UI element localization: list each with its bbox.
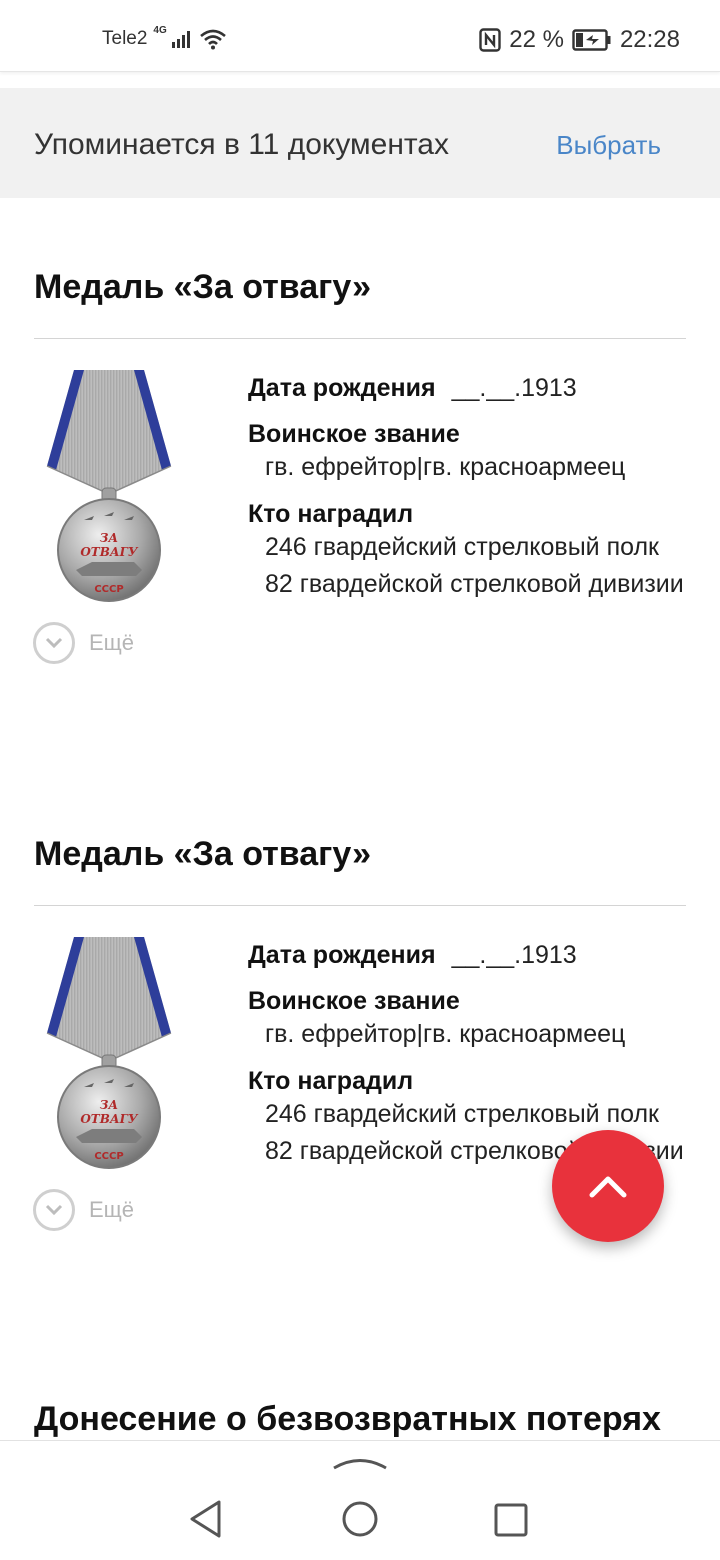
birth-date-row: Дата рождения __.__.1913 [248, 370, 688, 410]
mentions-banner: Упоминается в 11 документах Выбрать [0, 88, 720, 198]
more-toggle[interactable]: Ещё [33, 622, 134, 664]
medal-image: ЗА ОТВАГУ СССР [46, 370, 172, 602]
card-title: Медаль «За отвагу» [34, 835, 371, 873]
birth-date-value: __.__.1913 [451, 941, 577, 969]
birth-date-label: Дата рождения [248, 374, 436, 402]
status-right: 22 % 22:28 [479, 26, 680, 54]
birth-date-row: Дата рождения __.__.1913 [248, 937, 688, 977]
chevron-up-icon [589, 1176, 627, 1198]
awarder-value: 246 гвардейский стрелковый полк 82 гвард… [265, 533, 684, 598]
more-toggle[interactable]: Ещё [33, 1189, 134, 1231]
triangle-back-icon[interactable] [188, 1499, 224, 1539]
wifi-icon [199, 29, 226, 50]
awarder-label: Кто наградил [248, 500, 414, 528]
medal-image: ЗА ОТВАГУ СССР [46, 937, 172, 1169]
card-title: Медаль «За отвагу» [34, 268, 371, 306]
svg-text:ЗА: ЗА [100, 1098, 118, 1112]
divider [34, 905, 686, 906]
scroll-top-button[interactable] [552, 1130, 664, 1242]
birth-date-label: Дата рождения [248, 941, 436, 969]
battery-percent: 22 % [509, 26, 564, 53]
more-label: Ещё [89, 630, 135, 655]
status-bar: Tele2 4G 22 % 22:28 [0, 0, 720, 72]
svg-text:СССР: СССР [94, 1151, 123, 1162]
nfc-icon [479, 28, 501, 52]
award-card: Медаль «За отвагу» ЗА ОТВАГУ СССР Дата р… [0, 268, 720, 738]
network-type-label: 4G [153, 25, 167, 36]
award-details: Дата рождения __.__.1913 Воинское звание… [248, 370, 688, 603]
battery-charging-icon [572, 29, 611, 51]
mentions-count-text: Упоминается в 11 документах [34, 128, 449, 161]
signal-icon [171, 31, 190, 48]
rank-label: Воинское звание [248, 420, 460, 448]
divider [34, 338, 686, 339]
chevron-down-icon [33, 622, 75, 664]
section-title-losses-report: Донесение о безвозвратных потерях [34, 1400, 661, 1438]
birth-date-value: __.__.1913 [451, 374, 577, 402]
rank-label: Воинское звание [248, 987, 460, 1015]
svg-text:СССР: СССР [94, 584, 123, 595]
more-label: Ещё [89, 1197, 135, 1222]
awarder-label: Кто наградил [248, 1067, 414, 1095]
clock: 22:28 [619, 26, 680, 53]
rank-value: гв. ефрейтор|гв. красноармеец [265, 453, 626, 481]
chevron-down-icon [33, 1189, 75, 1231]
carrier-label: Tele2 [102, 28, 148, 49]
system-nav-bar [0, 1440, 720, 1560]
choose-link[interactable]: Выбрать [556, 130, 661, 161]
svg-text:ОТВАГУ: ОТВАГУ [80, 1112, 139, 1126]
square-recent-icon[interactable] [494, 1503, 528, 1537]
svg-text:ОТВАГУ: ОТВАГУ [80, 545, 139, 559]
status-left: Tele2 4G [102, 25, 227, 50]
drawer-handle-icon[interactable] [332, 1455, 388, 1471]
svg-text:ЗА: ЗА [100, 531, 118, 545]
rank-value: гв. ефрейтор|гв. красноармеец [265, 1020, 626, 1048]
circle-home-icon[interactable] [340, 1499, 380, 1539]
